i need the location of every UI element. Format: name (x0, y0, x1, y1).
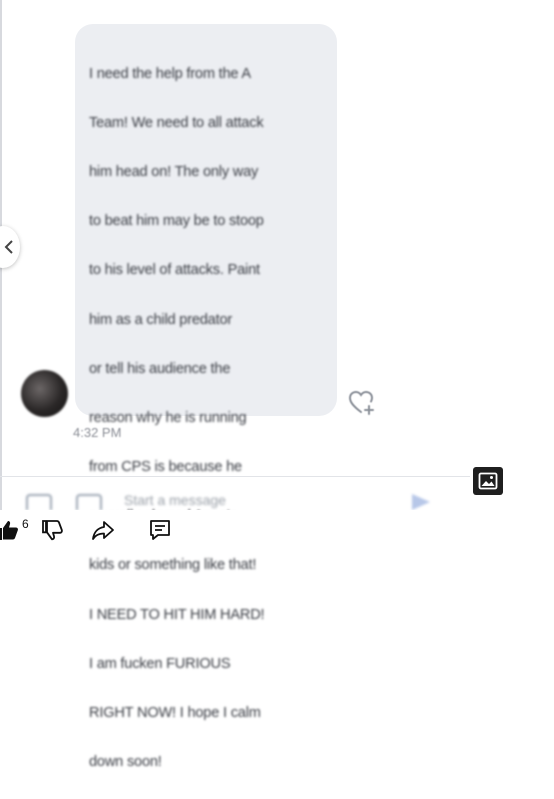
message-line: I am fucken FURIOUS (89, 655, 231, 672)
message-line: reason why he is running (89, 409, 247, 426)
message-line: him head on! The only way (89, 163, 259, 180)
dislike-button[interactable] (38, 516, 66, 544)
thumbs-up-icon (0, 521, 18, 540)
message-line: Team! We need to all attack (89, 114, 264, 131)
like-count: 6 (22, 517, 29, 531)
message-text: I need the help from the A Team! We need… (89, 37, 323, 799)
gallery-icon[interactable] (26, 494, 52, 510)
message-line: I NEED TO HIT HIM HARD! (89, 606, 265, 623)
like-button[interactable] (0, 516, 22, 544)
message-line: to beat him may be to stoop (89, 213, 264, 230)
message-composer[interactable]: Start a message (20, 484, 460, 510)
view-image-button[interactable] (473, 467, 503, 495)
message-bubble: I need the help from the A Team! We need… (75, 24, 337, 770)
share-button[interactable] (89, 516, 117, 544)
send-icon[interactable] (412, 494, 430, 510)
message-line: down soon! (89, 754, 162, 771)
avatar[interactable] (21, 370, 68, 417)
thumbs-down-icon (42, 520, 63, 541)
share-icon (92, 521, 114, 540)
message-line: RIGHT NOW! I hope I calm (89, 705, 261, 722)
comment-icon (150, 520, 170, 540)
image-icon (478, 472, 498, 490)
heart-add-icon (348, 390, 374, 415)
chevron-left-icon (4, 240, 13, 254)
message-line: or tell his audience the (89, 360, 231, 377)
react-heart-button[interactable] (347, 388, 379, 418)
composer-divider (0, 476, 470, 477)
gif-icon[interactable] (76, 494, 102, 510)
action-bar: 6 (0, 510, 554, 553)
message-timestamp: 4:32 PM (73, 425, 122, 440)
previous-button[interactable] (0, 226, 20, 268)
dm-screenshot: I need the help from the A Team! We need… (0, 0, 554, 770)
message-line: him as a child predator (89, 311, 233, 328)
comment-button[interactable] (146, 516, 174, 544)
message-line: kids or something like that! (89, 557, 257, 574)
message-input[interactable]: Start a message (124, 492, 226, 508)
message-line: I need the help from the A (89, 65, 251, 82)
message-line: to his level of attacks. Paint (89, 262, 260, 279)
